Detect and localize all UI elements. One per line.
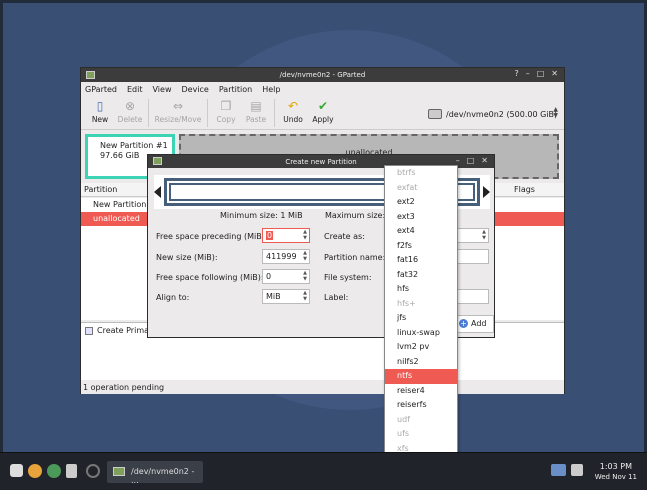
fs-option-nilfs2[interactable]: nilfs2 <box>385 355 457 370</box>
copy-button[interactable]: ❐ Copy <box>211 97 241 124</box>
disk-icon <box>428 109 442 119</box>
undo-icon: ↶ <box>287 99 299 113</box>
device-selector[interactable]: /dev/nvme0n2 (500.00 GiB) ▲ ▼ <box>428 104 558 124</box>
file-system-label: File system: <box>324 273 372 282</box>
gparted-app-icon <box>113 467 125 476</box>
fs-option-fat32[interactable]: fat32 <box>385 268 457 283</box>
spinner-arrows-icon[interactable]: ▲ ▼ <box>303 250 307 262</box>
menu-edit[interactable]: Edit <box>127 85 143 94</box>
minimum-size-label: Minimum size: 1 MiB <box>220 211 303 220</box>
minimize-icon[interactable]: – <box>456 156 460 165</box>
free-preceding-label: Free space preceding (MiB): <box>156 232 268 241</box>
resize-icon: ⇔ <box>172 99 184 113</box>
new-size-label: New size (MiB): <box>156 253 218 262</box>
resize-move-button[interactable]: ⇔ Resize/Move <box>152 97 204 124</box>
minimize-icon[interactable]: – <box>526 69 530 78</box>
fs-option-f2fs[interactable]: f2fs <box>385 239 457 254</box>
menu-partition[interactable]: Partition <box>219 85 252 94</box>
menu-view[interactable]: View <box>153 85 172 94</box>
close-icon[interactable]: ✕ <box>551 69 558 78</box>
spinner-arrows-icon[interactable]: ▲ ▼ <box>303 229 307 241</box>
menu-gparted[interactable]: GParted <box>85 85 117 94</box>
column-flags[interactable]: Flags <box>514 185 535 194</box>
add-icon: + <box>459 319 468 328</box>
apply-icon: ✔ <box>317 99 329 113</box>
menu-help[interactable]: Help <box>262 85 280 94</box>
partition-name-input[interactable] <box>456 249 489 264</box>
fs-option-reiserfs[interactable]: reiserfs <box>385 398 457 413</box>
label-label: Label: <box>324 293 349 302</box>
apply-button[interactable]: ✔ Apply <box>308 97 338 124</box>
menubar: GParted Edit View Device Partition Help <box>81 82 564 97</box>
browser-icon[interactable] <box>28 464 42 478</box>
dropdown-arrow-icon: ▲ ▼ <box>482 229 486 241</box>
operation-icon <box>85 326 93 335</box>
fs-option-hfs-[interactable]: hfs+ <box>385 297 457 312</box>
partition-name-label: Partition name: <box>324 253 386 262</box>
dropdown-arrow-icon: ▲ ▼ <box>303 290 307 302</box>
fs-option-linux-swap[interactable]: linux-swap <box>385 326 457 341</box>
fs-option-ext2[interactable]: ext2 <box>385 195 457 210</box>
fs-option-fat16[interactable]: fat16 <box>385 253 457 268</box>
copy-icon: ❐ <box>220 99 232 113</box>
paste-icon: ▤ <box>250 99 262 113</box>
maximum-size-label: Maximum size: 4 <box>325 211 393 220</box>
undo-button[interactable]: ↶ Undo <box>278 97 308 124</box>
globe-icon[interactable] <box>47 464 61 478</box>
files-icon[interactable] <box>66 464 77 478</box>
new-button[interactable]: ▯ New <box>85 97 115 124</box>
new-icon: ▯ <box>96 99 104 113</box>
delete-button[interactable]: ⊗ Delete <box>115 97 145 124</box>
status-bar: 1 operation pending <box>81 380 564 394</box>
right-resize-handle-icon[interactable] <box>483 186 490 198</box>
fs-option-lvm2-pv[interactable]: lvm2 pv <box>385 340 457 355</box>
gparted-app-icon <box>153 157 162 165</box>
dialog-title: Create new Partition <box>285 157 357 166</box>
free-following-input[interactable]: 0 ▲ ▼ <box>262 269 310 284</box>
label-input[interactable] <box>456 289 489 304</box>
toolbar: ▯ New ⊗ Delete ⇔ Resize/Move ❐ Copy ▤ Pa… <box>81 97 564 130</box>
power-icon[interactable] <box>86 464 100 478</box>
paste-button[interactable]: ▤ Paste <box>241 97 271 124</box>
close-icon[interactable]: ✕ <box>481 156 488 165</box>
maximize-icon[interactable]: □ <box>537 69 545 78</box>
create-as-select[interactable]: ▲ ▼ <box>456 228 489 243</box>
file-system-dropdown: btrfs exfat ext2 ext3 ext4 f2fs fat16 fat32 hfs h… <box>384 165 458 485</box>
column-partition[interactable]: Partition <box>84 185 117 194</box>
help-icon[interactable]: ? <box>514 69 518 78</box>
window-title: /dev/nvme0n2 - GParted <box>279 71 366 79</box>
align-to-select[interactable]: MiB ▲ ▼ <box>262 289 310 304</box>
volume-icon[interactable] <box>571 464 583 476</box>
new-size-input[interactable]: 411999 ▲ ▼ <box>262 249 310 264</box>
window-titlebar[interactable]: /dev/nvme0n2 - GParted ? – □ ✕ <box>81 68 564 82</box>
maximize-icon[interactable]: □ <box>467 156 475 165</box>
dropdown-arrow-icon: ▲ ▼ <box>553 106 558 119</box>
free-preceding-input[interactable]: 0 ▲ ▼ <box>262 228 310 243</box>
network-icon[interactable] <box>551 464 566 476</box>
free-following-label: Free space following (MiB): <box>156 273 264 282</box>
clock[interactable]: 1:03 PM Wed Nov 11 <box>595 461 637 483</box>
add-button[interactable]: + Add <box>454 315 494 333</box>
fs-option-ufs[interactable]: ufs <box>385 427 457 442</box>
fs-option-reiser4[interactable]: reiser4 <box>385 384 457 399</box>
align-to-label: Align to: <box>156 293 190 302</box>
taskbar-window-button[interactable]: /dev/nvme0n2 - ... <box>107 461 203 485</box>
taskbar: /dev/nvme0n2 - ... 1:03 PM Wed Nov 11 <box>0 452 647 490</box>
fs-option-btrfs[interactable]: btrfs <box>385 166 457 181</box>
fs-option-jfs[interactable]: jfs <box>385 311 457 326</box>
settings-gear-icon[interactable] <box>10 464 23 477</box>
fs-option-hfs[interactable]: hfs <box>385 282 457 297</box>
left-resize-handle-icon[interactable] <box>154 186 161 198</box>
fs-option-ext3[interactable]: ext3 <box>385 210 457 225</box>
fs-option-udf[interactable]: udf <box>385 413 457 428</box>
create-as-label: Create as: <box>324 232 365 241</box>
menu-device[interactable]: Device <box>181 85 208 94</box>
fs-option-exfat[interactable]: exfat <box>385 181 457 196</box>
fs-option-ext4[interactable]: ext4 <box>385 224 457 239</box>
delete-icon: ⊗ <box>124 99 136 113</box>
spinner-arrows-icon[interactable]: ▲ ▼ <box>303 270 307 282</box>
fs-option-ntfs[interactable]: ntfs <box>385 369 457 384</box>
gparted-app-icon <box>86 71 95 79</box>
